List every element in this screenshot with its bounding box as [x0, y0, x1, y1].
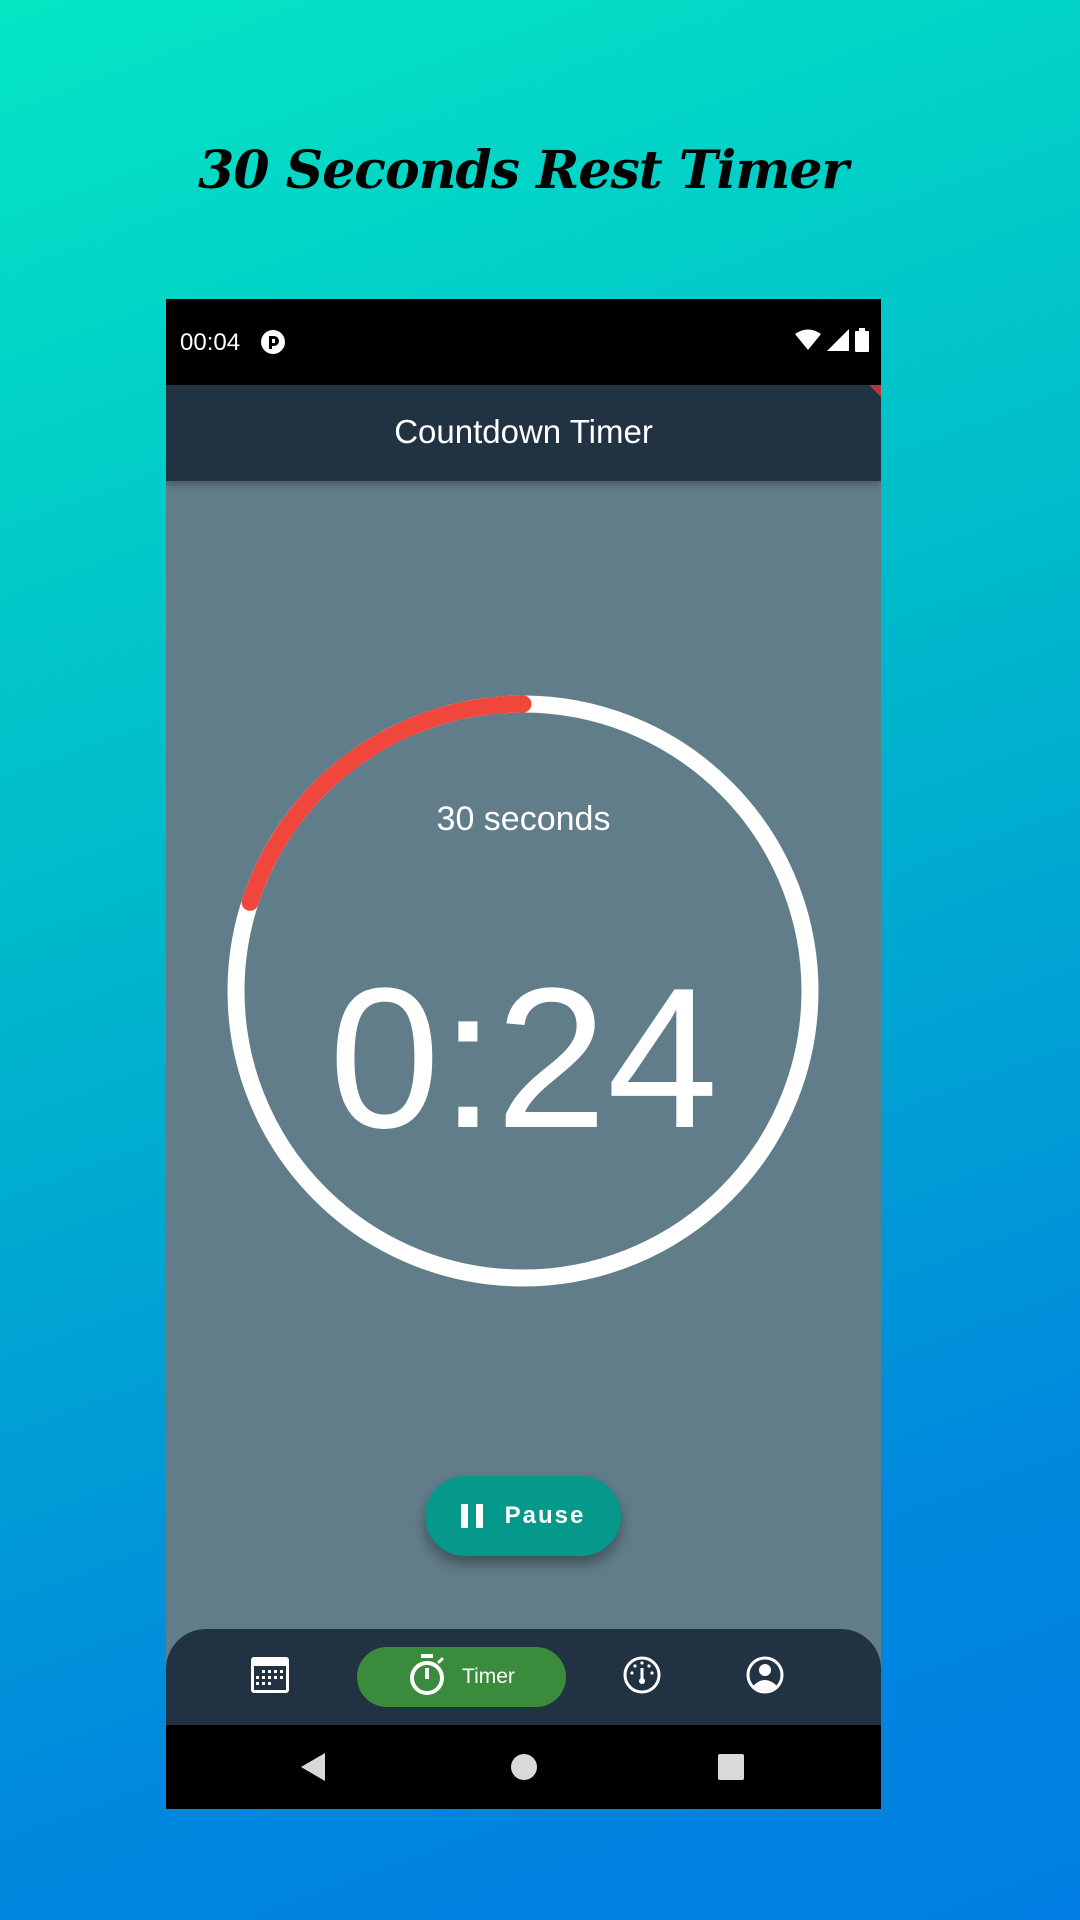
gauge-icon — [622, 1655, 662, 1700]
cellular-signal-icon — [827, 328, 849, 356]
nav-item-gauge[interactable] — [612, 1647, 672, 1707]
stopwatch-icon — [408, 1653, 446, 1701]
app-notification-icon — [260, 329, 286, 355]
wifi-icon — [795, 329, 821, 356]
system-nav-bar — [166, 1725, 881, 1809]
promo-title: 30 Seconds Rest Timer — [198, 140, 849, 201]
recents-icon[interactable] — [717, 1752, 745, 1787]
nav-item-calendar[interactable] — [240, 1647, 300, 1707]
account-circle-icon — [745, 1655, 785, 1700]
pause-button[interactable]: Pause — [425, 1476, 621, 1556]
phone-screen: 00:04 Countdown Timer 30 seconds 0:24 Pa… — [166, 299, 881, 1809]
page-title: Countdown Timer — [394, 413, 653, 450]
status-icons — [795, 327, 869, 357]
debug-banner — [869, 385, 881, 397]
countdown-display: 0:24 — [328, 947, 719, 1170]
duration-label: 30 seconds — [436, 800, 611, 838]
status-time: 00:04 — [180, 329, 241, 356]
battery-icon — [855, 327, 869, 357]
nav-item-timer[interactable]: Timer — [357, 1647, 566, 1707]
bottom-nav: Timer — [166, 1629, 881, 1725]
calendar-icon — [250, 1656, 290, 1699]
nav-item-profile[interactable] — [735, 1647, 795, 1707]
pause-icon — [460, 1504, 483, 1528]
nav-item-timer-label: Timer — [462, 1665, 515, 1688]
back-icon[interactable] — [299, 1752, 327, 1787]
app-bar: Countdown Timer — [166, 385, 881, 481]
status-bar: 00:04 — [166, 299, 881, 385]
pause-label: Pause — [504, 1502, 586, 1529]
home-icon[interactable] — [510, 1752, 538, 1787]
